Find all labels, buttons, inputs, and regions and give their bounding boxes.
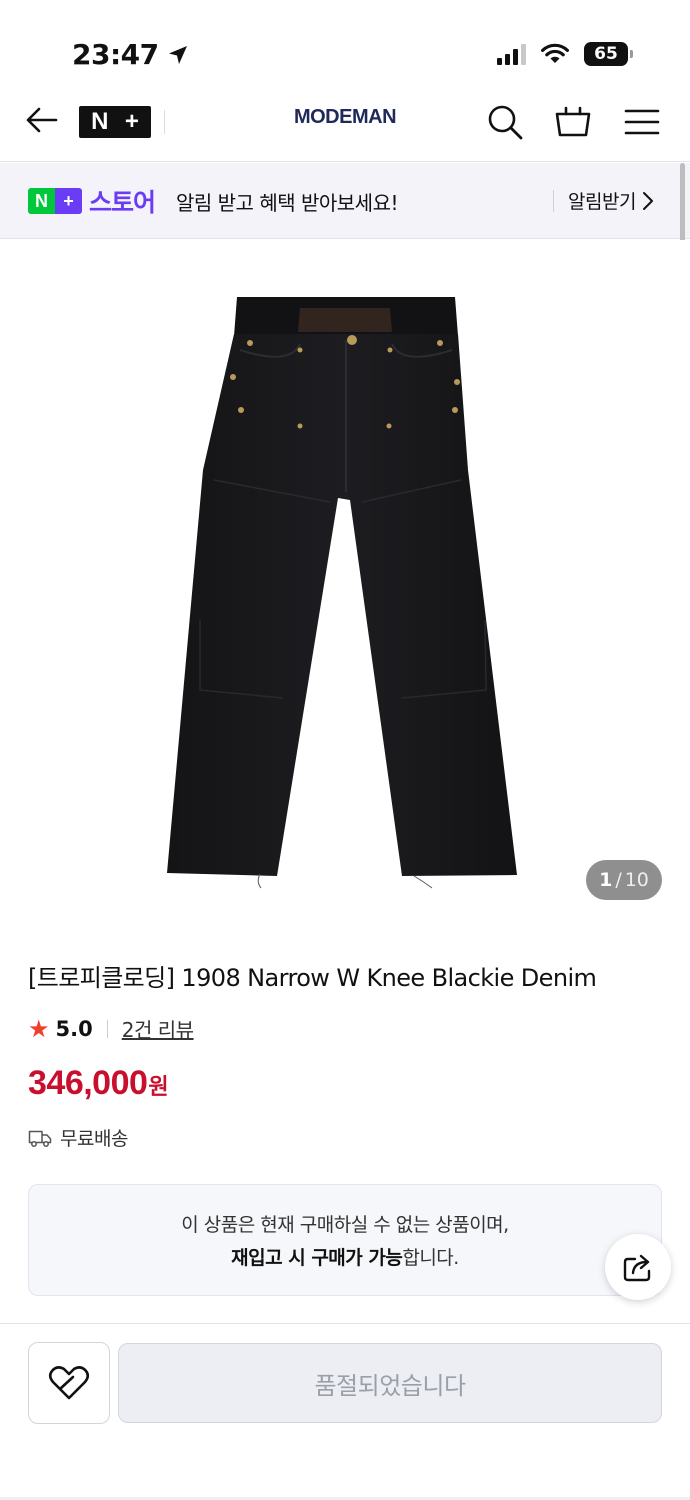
- chevron-right-icon: [642, 191, 653, 210]
- wishlist-button[interactable]: [28, 1342, 110, 1424]
- naver-plus-store-logo: N +: [28, 188, 82, 214]
- notice-line-2-rest: 합니다.: [402, 1247, 459, 1269]
- status-bar: 23:47 65: [0, 0, 690, 82]
- shipping-info: 무료배송: [28, 1124, 128, 1151]
- notice-line-2-bold: 재입고 시 구매가 가능: [231, 1247, 403, 1269]
- price-row: 346,000 원: [28, 1064, 169, 1103]
- unavailable-notice: 이 상품은 현재 구매하실 수 없는 상품이며, 재입고 시 구매가 가능합니다…: [28, 1184, 662, 1296]
- image-counter-total: 10: [624, 869, 649, 891]
- image-counter-separator: /: [615, 869, 622, 891]
- wifi-icon: [541, 43, 569, 63]
- store-logo-plus: +: [55, 188, 82, 214]
- banner-divider: [553, 190, 554, 212]
- battery-level: 65: [594, 44, 618, 64]
- notice-line-2: 재입고 시 구매가 가능합니다.: [29, 1242, 661, 1275]
- status-time: 23:47: [72, 38, 189, 71]
- battery-icon: 65: [584, 42, 633, 66]
- delivery-truck-icon: [28, 1130, 52, 1147]
- store-notification-banner[interactable]: N + 스토어 알림 받고 혜택 받아보세요! 알림받기: [0, 163, 690, 239]
- banner-message: 알림 받고 혜택 받아보세요!: [176, 191, 399, 215]
- review-count-link[interactable]: 2건 리뷰: [122, 1014, 194, 1043]
- subscribe-notification-button[interactable]: 알림받기: [568, 187, 654, 214]
- product-image-gallery[interactable]: [0, 240, 690, 920]
- notice-line-1: 이 상품은 현재 구매하실 수 없는 상품이며,: [181, 1214, 509, 1236]
- product-photo-denim-jeans: [167, 297, 517, 889]
- store-label: 스토어: [89, 188, 156, 217]
- star-icon: ★: [28, 1014, 50, 1043]
- rating-row: ★ 5.0 2건 리뷰: [28, 1014, 194, 1043]
- status-time-text: 23:47: [72, 38, 159, 71]
- cellular-signal-icon: [497, 43, 526, 65]
- price-currency-unit: 원: [148, 1075, 169, 1100]
- sold-out-button[interactable]: 품절되었습니다: [118, 1343, 662, 1423]
- rating-divider: [106, 1019, 108, 1038]
- shopping-cart-icon[interactable]: [553, 102, 593, 142]
- heart-zzim-icon: [48, 1366, 90, 1400]
- rating-value: 5.0: [55, 1016, 93, 1041]
- hamburger-menu-icon[interactable]: [622, 102, 662, 142]
- store-logo-n: N: [28, 188, 55, 214]
- product-price: 346,000: [28, 1064, 148, 1102]
- search-icon[interactable]: [485, 102, 525, 142]
- share-icon: [623, 1254, 651, 1282]
- image-counter-current: 1: [599, 869, 613, 891]
- bottom-bar-divider: [0, 1323, 690, 1324]
- top-navigation: N + MODEMAN: [0, 82, 690, 162]
- share-button[interactable]: [605, 1234, 671, 1300]
- subscribe-notification-label: 알림받기: [568, 191, 636, 213]
- image-counter: 1 / 10: [586, 860, 662, 900]
- product-title: [트로피클로딩] 1908 Narrow W Knee Blackie Deni…: [28, 964, 597, 992]
- location-arrow-icon: [168, 45, 187, 64]
- status-indicators: 65: [497, 42, 633, 66]
- shipping-label: 무료배송: [60, 1128, 128, 1150]
